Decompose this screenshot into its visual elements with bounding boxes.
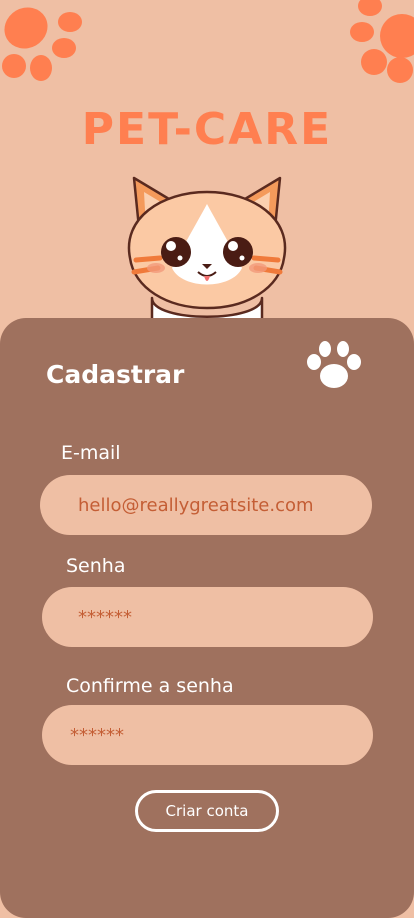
paw-icon [307,341,361,388]
confirm-password-label: Confirme a senha [66,675,234,697]
password-field[interactable]: ****** [42,587,373,647]
email-label: E-mail [61,442,121,464]
paw-print-icon [2,7,82,81]
form-title: Cadastrar [46,360,185,389]
paw-print-icon [350,0,414,83]
confirm-password-field[interactable]: ****** [42,705,373,765]
password-label: Senha [66,555,126,577]
create-account-button[interactable]: Criar conta [135,790,279,832]
app-title: PET-CARE [81,104,333,155]
cat-illustration [127,176,287,328]
email-field[interactable]: hello@reallygreatsite.com [40,475,372,535]
